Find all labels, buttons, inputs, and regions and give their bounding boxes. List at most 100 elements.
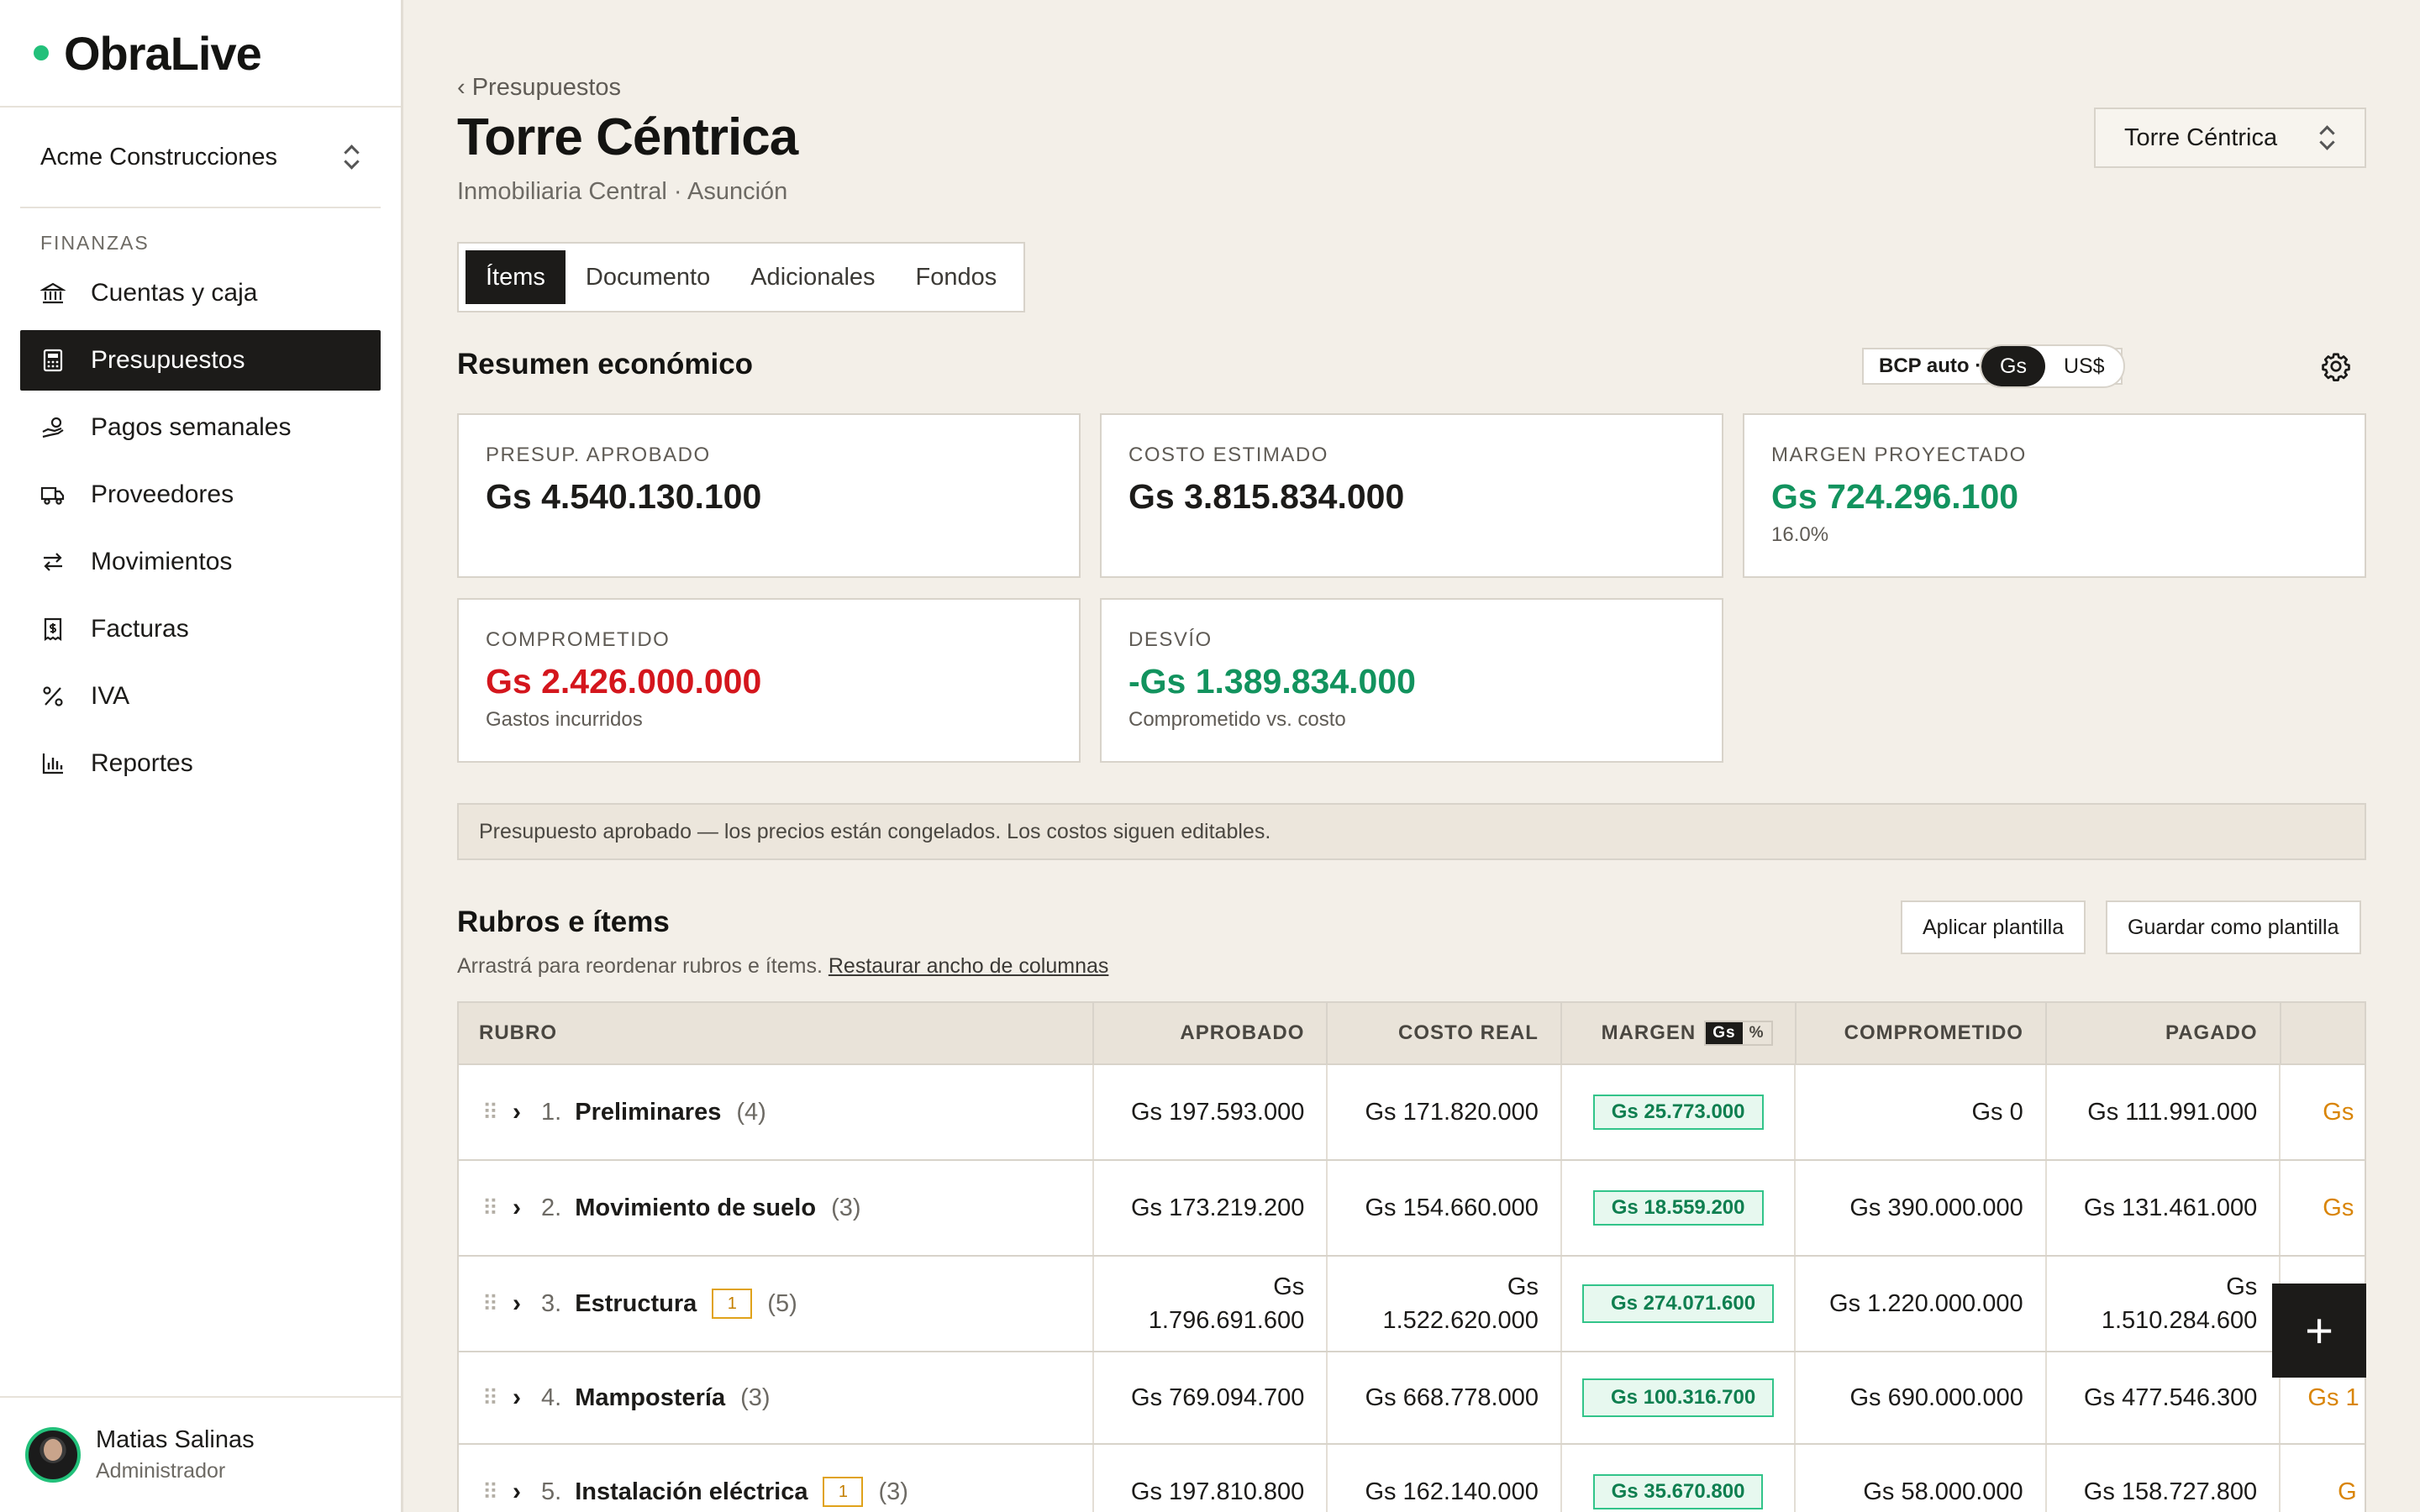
chevron-right-icon[interactable]: ›	[513, 1194, 521, 1222]
rubro-name: Instalación eléctrica	[575, 1478, 808, 1505]
currency-option-gs[interactable]: Gs	[1981, 346, 2045, 386]
card-desvio: DESVÍO -Gs 1.389.834.000 Comprometido vs…	[1100, 598, 1723, 763]
rubro-count: (3)	[831, 1194, 861, 1221]
sidebar-item-proveedores[interactable]: Proveedores	[20, 465, 381, 525]
costo-real-cell[interactable]: Gs 171.820.000	[1328, 1065, 1562, 1159]
sidebar-item-label: Movimientos	[91, 548, 233, 575]
table-row[interactable]: ⠿ › 2. Movimiento de suelo (3) Gs 173.21…	[459, 1161, 2365, 1257]
warning-flag-badge[interactable]: 1	[823, 1477, 864, 1507]
costo-real-cell[interactable]: Gs 668.778.000	[1328, 1352, 1562, 1443]
overflow-cell: G	[2338, 1478, 2357, 1505]
margin-chip: Gs 18.559.200	[1592, 1190, 1764, 1226]
table-row[interactable]: ⠿ › 5. Instalación eléctrica 1 (3) Gs 19…	[459, 1445, 2365, 1512]
chevron-updown-icon	[2317, 124, 2336, 151]
card-comprometido: COMPROMETIDO Gs 2.426.000.000 Gastos inc…	[457, 598, 1081, 763]
column-header-margen[interactable]: MARGEN Gs %	[1562, 1003, 1797, 1063]
rubro-count: (3)	[878, 1478, 908, 1505]
reset-columns-link[interactable]: Restaurar ancho de columnas	[829, 954, 1109, 978]
margin-unit-percent[interactable]: %	[1743, 1022, 1771, 1044]
sidebar-item-facturas[interactable]: Facturas	[20, 599, 381, 659]
page-title: Torre Céntrica	[457, 108, 798, 166]
sidebar-nav: Cuentas y caja Presupuestos Pagos semana…	[0, 263, 401, 794]
card-value: Gs 3.815.834.000	[1128, 477, 1405, 516]
user-profile[interactable]: Matias Salinas Administrador	[0, 1396, 401, 1512]
aprobado-cell[interactable]: Gs 197.593.000	[1094, 1065, 1328, 1159]
column-header-aprobado[interactable]: APROBADO	[1094, 1003, 1328, 1063]
sidebar-item-pagos-semanales[interactable]: Pagos semanales	[20, 397, 381, 458]
bank-icon	[40, 281, 66, 306]
project-select[interactable]: Torre Céntrica	[2094, 108, 2366, 168]
sidebar-item-presupuestos[interactable]: Presupuestos	[20, 330, 381, 391]
main-content: ‹ Presupuestos Torre Céntrica Inmobiliar…	[457, 0, 2366, 1512]
pagado-cell: Gs 1.510.284.600	[2047, 1257, 2281, 1351]
chevron-updown-icon	[342, 144, 360, 171]
frozen-prices-notice: Presupuesto aprobado — los precios están…	[457, 803, 2366, 860]
apply-template-button[interactable]: Aplicar plantilla	[1901, 900, 2086, 954]
drag-handle-icon[interactable]: ⠿	[482, 1291, 498, 1317]
aprobado-cell[interactable]: Gs 173.219.200	[1094, 1161, 1328, 1255]
comprometido-cell: Gs 0	[1796, 1065, 2047, 1159]
table-row[interactable]: ⠿ › 4. Mampostería (3) Gs 769.094.700 Gs…	[459, 1352, 2365, 1445]
tab-adicionales[interactable]: Adicionales	[730, 250, 895, 304]
chevron-right-icon[interactable]: ›	[513, 1098, 521, 1126]
sidebar-item-movimientos[interactable]: Movimientos	[20, 532, 381, 592]
sidebar-item-label: Facturas	[91, 615, 189, 643]
breadcrumb[interactable]: ‹ Presupuestos	[457, 74, 621, 102]
card-sub: 16.0%	[1771, 523, 1829, 546]
margen-cell: Gs 25.773.000	[1562, 1065, 1797, 1159]
receipt-icon	[40, 617, 66, 642]
column-header-rubro[interactable]: RUBRO	[459, 1003, 1094, 1063]
sidebar-item-reportes[interactable]: Reportes	[20, 733, 381, 794]
sidebar-item-iva[interactable]: IVA	[20, 666, 381, 727]
warning-flag-badge[interactable]: 1	[712, 1289, 753, 1319]
margin-chip: Gs 25.773.000	[1592, 1095, 1764, 1130]
tab-items[interactable]: Ítems	[466, 250, 566, 304]
add-button[interactable]: +	[2272, 1284, 2366, 1378]
table-row[interactable]: ⠿ › 1. Preliminares (4) Gs 197.593.000 G…	[459, 1065, 2365, 1161]
brand[interactable]: ObraLive	[0, 0, 401, 108]
sidebar-item-cuentas[interactable]: Cuentas y caja	[20, 263, 381, 323]
drag-handle-icon[interactable]: ⠿	[482, 1195, 498, 1221]
column-header-comprometido[interactable]: COMPROMETIDO	[1797, 1003, 2047, 1063]
tab-fondos[interactable]: Fondos	[896, 250, 1018, 304]
drag-handle-icon[interactable]: ⠿	[482, 1479, 498, 1505]
card-label: PRESUP. APROBADO	[486, 444, 711, 466]
rubro-cell: ⠿ › 3. Estructura 1 (5)	[459, 1257, 1094, 1351]
tab-documento[interactable]: Documento	[566, 250, 730, 304]
chevron-right-icon[interactable]: ›	[513, 1478, 521, 1506]
comprometido-cell: Gs 390.000.000	[1796, 1161, 2047, 1255]
margin-unit-gs[interactable]: Gs	[1706, 1022, 1743, 1044]
drag-handle-icon[interactable]: ⠿	[482, 1100, 498, 1126]
column-header-costo-real[interactable]: COSTO REAL	[1328, 1003, 1562, 1063]
aprobado-cell[interactable]: Gs 1.796.691.600	[1094, 1257, 1328, 1351]
org-switcher[interactable]: Acme Construcciones	[20, 108, 381, 208]
chevron-right-icon[interactable]: ›	[513, 1383, 521, 1412]
costo-real-cell[interactable]: Gs 1.522.620.000	[1328, 1257, 1562, 1351]
rubro-name: Preliminares	[575, 1098, 722, 1126]
table-row[interactable]: ⠿ › 3. Estructura 1 (5) Gs 1.796.691.600…	[459, 1257, 2365, 1352]
margen-cell: Gs 35.670.800	[1562, 1445, 1797, 1512]
items-section-title: Rubros e ítems	[457, 906, 670, 938]
card-sub: Gastos incurridos	[486, 708, 643, 731]
calculator-icon	[40, 348, 66, 373]
card-value: -Gs 1.389.834.000	[1128, 662, 1416, 701]
pagado-cell: Gs 131.461.000	[2047, 1161, 2281, 1255]
currency-option-usd[interactable]: US$	[2045, 346, 2123, 386]
drag-handle-icon[interactable]: ⠿	[482, 1385, 498, 1411]
rubro-cell: ⠿ › 2. Movimiento de suelo (3)	[459, 1161, 1094, 1255]
costo-real-cell[interactable]: Gs 162.140.000	[1328, 1445, 1562, 1512]
chevron-right-icon[interactable]: ›	[513, 1289, 521, 1318]
column-header-pagado[interactable]: PAGADO	[2047, 1003, 2281, 1063]
aprobado-cell[interactable]: Gs 769.094.700	[1094, 1352, 1328, 1443]
sidebar-item-label: Reportes	[91, 749, 193, 777]
card-value: Gs 4.540.130.100	[486, 477, 762, 516]
costo-real-cell[interactable]: Gs 154.660.000	[1328, 1161, 1562, 1255]
sidebar-item-label: Cuentas y caja	[91, 279, 258, 307]
pagado-cell: Gs 477.546.300	[2047, 1352, 2281, 1443]
aprobado-cell[interactable]: Gs 197.810.800	[1094, 1445, 1328, 1512]
rubro-count: (5)	[767, 1289, 797, 1317]
card-margen-proyectado: MARGEN PROYECTADO Gs 724.296.100 16.0%	[1743, 413, 2366, 578]
sidebar-item-label: Presupuestos	[91, 346, 245, 374]
gear-icon[interactable]	[2321, 351, 2351, 381]
save-template-button[interactable]: Guardar como plantilla	[2106, 900, 2361, 954]
